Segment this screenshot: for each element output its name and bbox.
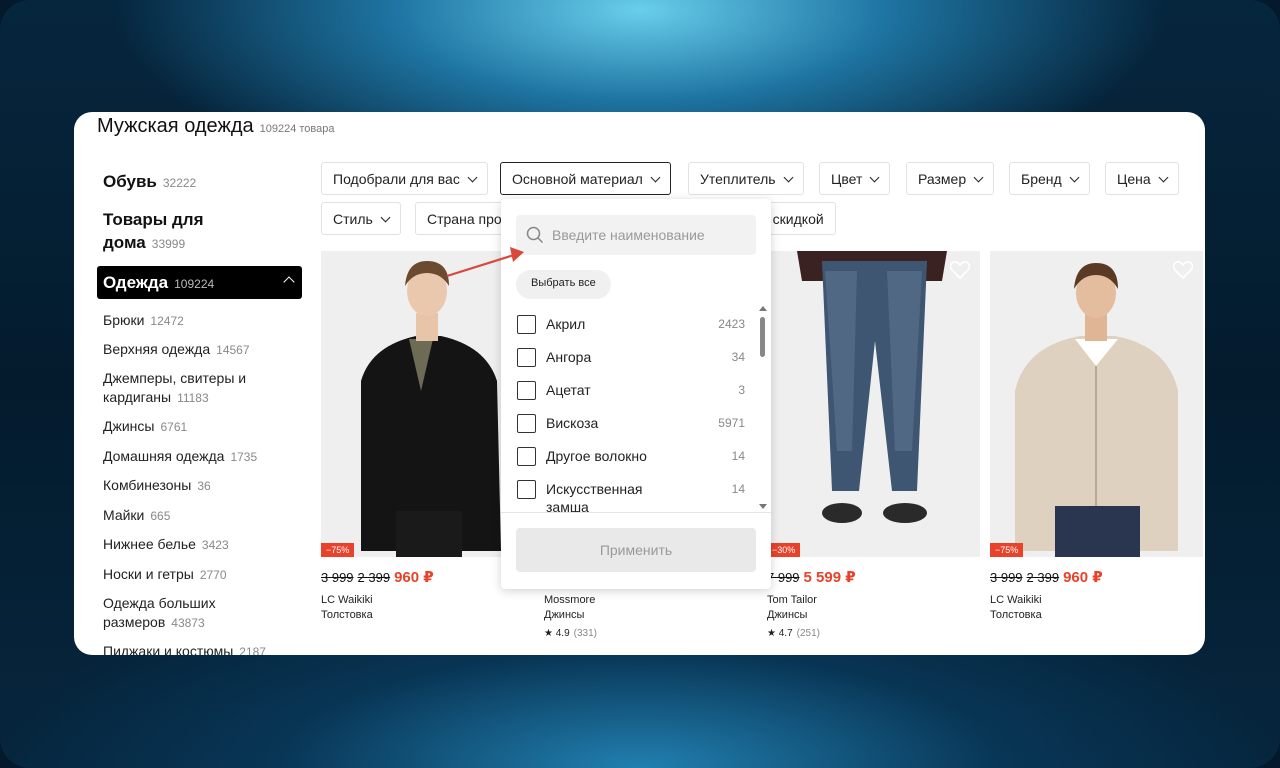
discount-badge: −30% [767, 543, 801, 557]
product-image[interactable]: −75% [990, 251, 1203, 557]
scroll-up-icon[interactable] [759, 305, 767, 311]
filter-size[interactable]: Размер [906, 162, 995, 195]
category-label: Обувь [103, 172, 157, 191]
subcategory-item[interactable]: Нижнее белье 3423 [103, 535, 303, 555]
category-label: Товары для [103, 210, 204, 229]
material-option[interactable]: Другое волокно 14 [517, 443, 745, 469]
product-brand[interactable]: Tom Tailor [767, 594, 817, 606]
catalog-window: Мужская одежда 109224 товара Обувь 32222 Т… [74, 112, 1205, 655]
scrollbar[interactable] [759, 305, 767, 510]
material-option[interactable]: Ацетат 3 [517, 377, 745, 403]
filter-style[interactable]: Стиль [321, 202, 401, 235]
chevron-down-icon [467, 172, 478, 183]
filter-material[interactable]: Основной материал [500, 162, 671, 195]
subcategory-item[interactable]: Джинсы 6761 [103, 417, 303, 437]
material-option[interactable]: Вискоза 5971 [517, 410, 745, 436]
checkbox[interactable] [517, 315, 536, 334]
price-row: 3 999 2 399 960 ₽ [321, 569, 434, 586]
checkbox[interactable] [517, 381, 536, 400]
chevron-down-icon [783, 172, 793, 183]
subcategory-item[interactable]: Домашняя одежда 1735 [103, 447, 303, 467]
category-shoes[interactable]: Обувь 32222 [103, 170, 196, 195]
filter-price[interactable]: Цена [1105, 162, 1179, 195]
subcategory-item[interactable]: Одежда больших размеров 43873 [103, 594, 303, 633]
discount-badge: −75% [990, 543, 1024, 557]
category-count: 109224 [174, 277, 215, 291]
price-row: 3 999 2 399 960 ₽ [990, 569, 1103, 586]
subcategory-item[interactable]: Джемперы, свитеры и кардиганы 11183 [103, 369, 303, 408]
divider [501, 512, 771, 513]
material-option[interactable]: Ангора 34 [517, 344, 745, 370]
subcategory-item[interactable]: Верхняя одежда 14567 [103, 340, 303, 360]
checkbox[interactable] [517, 414, 536, 433]
checkbox[interactable] [517, 447, 536, 466]
filter-insulation[interactable]: Утеплитель [688, 162, 804, 195]
checkbox[interactable] [517, 480, 536, 499]
material-search-input[interactable] [552, 215, 752, 255]
product-photo [767, 251, 980, 557]
subcategory-item[interactable]: Носки и гетры 2770 [103, 565, 303, 585]
chevron-down-icon [650, 172, 661, 183]
heart-icon[interactable] [1173, 261, 1193, 279]
discount-badge: −75% [321, 543, 355, 557]
chevron-down-icon [380, 212, 391, 223]
chevron-down-icon [1069, 172, 1080, 183]
product-rating: ★ 4.7 (251) [767, 628, 821, 639]
filter-recommended[interactable]: Подобрали для вас [321, 162, 488, 195]
background: Мужская одежда 109224 товара Обувь 32222 Т… [0, 0, 1280, 768]
category-home[interactable]: Товары для дома 33999 [103, 208, 204, 256]
category-count: 32222 [162, 176, 197, 190]
heart-icon[interactable] [950, 261, 970, 279]
product-type[interactable]: Джинсы [544, 609, 584, 621]
chevron-up-icon [283, 276, 295, 288]
subcategory-item[interactable]: Пиджаки и костюмы 2187 [103, 642, 303, 655]
material-option[interactable]: Акрил 2423 [517, 311, 745, 337]
product-brand[interactable]: Mossmore [544, 594, 595, 606]
apply-button[interactable]: Применить [516, 528, 756, 572]
page-title: Мужская одежда 109224 товара [97, 115, 335, 138]
scroll-down-icon[interactable] [759, 504, 767, 510]
filter-brand[interactable]: Бренд [1009, 162, 1090, 195]
product-brand[interactable]: LC Waikiki [990, 594, 1042, 606]
search-icon [526, 226, 544, 244]
category-clothing-active[interactable]: Одежда 109224 [97, 266, 302, 299]
page-title-text: Мужская одежда [97, 115, 254, 137]
product-type[interactable]: Толстовка [321, 609, 373, 621]
scrollbar-thumb[interactable] [760, 317, 765, 357]
category-label: дома [103, 233, 146, 252]
subcategory-item[interactable]: Майки 665 [103, 506, 303, 526]
chevron-down-icon [869, 172, 880, 183]
page-count: 109224 товара [259, 123, 335, 135]
product-type[interactable]: Джинсы [767, 609, 807, 621]
product-brand[interactable]: LC Waikiki [321, 594, 373, 606]
product-rating: ★ 4.9 (331) [544, 628, 598, 639]
chevron-down-icon [973, 172, 984, 183]
filter-country[interactable]: Страна про [415, 202, 505, 235]
category-count: 33999 [151, 237, 186, 251]
category-label: Одежда [103, 273, 169, 292]
subcategory-item[interactable]: Брюки 12472 [103, 311, 303, 331]
product-type[interactable]: Толстовка [990, 609, 1042, 621]
subcategory-item[interactable]: Комбинезоны 36 [103, 476, 303, 496]
select-all-button[interactable]: Выбрать все [516, 270, 611, 299]
checkbox[interactable] [517, 348, 536, 367]
material-list[interactable]: Акрил 2423 Ангора 34 Ацетат 3 Вискоза 5971 Д… [501, 303, 771, 514]
chevron-down-icon [1158, 172, 1169, 183]
material-search [516, 215, 756, 255]
product-photo [990, 251, 1203, 557]
filter-color[interactable]: Цвет [819, 162, 891, 195]
material-option[interactable]: Искусственная замша 14 [517, 476, 745, 514]
price-row: 7 999 5 599 ₽ [767, 569, 856, 586]
product-image[interactable]: −30% [767, 251, 980, 557]
material-dropdown: Выбрать все Акрил2423 Ангора34 Ацетат3 В… [501, 199, 771, 589]
